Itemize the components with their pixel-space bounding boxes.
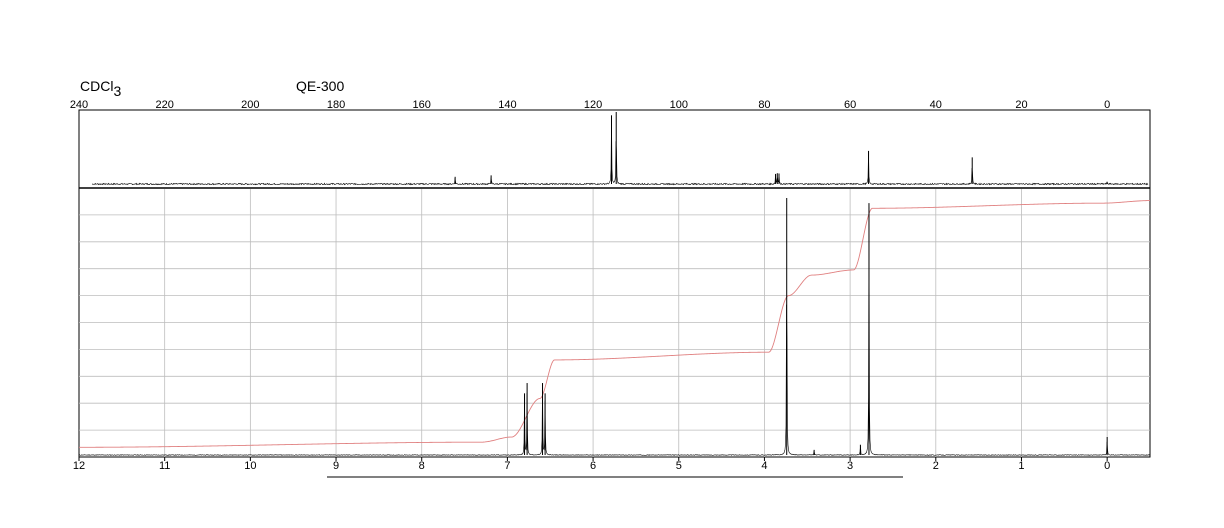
h1-axis: 12 11 10 9 8 7 6 5 4 3 2 1 0 [73,457,1110,472]
c13-tick-label: 40 [930,99,942,111]
c13-tick-label: 20 [1015,99,1027,111]
c13-tick-label: 100 [670,99,688,111]
instrument-label: QE-300 [296,78,344,94]
h1-grid [79,189,1150,457]
h1-tick-label: 0 [1104,460,1110,472]
c13-tick-label: 60 [844,99,856,111]
h1-trace-line [78,206,1151,456]
c13-tick-label: 160 [413,99,431,111]
c13-axis: 240 220 200 180 160 140 120 100 80 60 40 20 0 [70,99,1110,111]
h1-tick-label: 4 [761,460,767,472]
c13-tick-label: 240 [70,99,88,111]
solvent-subscript: 3 [113,83,121,99]
c13-spectrum [91,112,1149,186]
solvent-prefix: CDCl [80,78,113,94]
nmr-spectrum: CDCl3 QE-300 240 220 200 180 160 140 120 100 80 6… [70,78,1151,478]
h1-tick-label: 1 [1018,460,1024,472]
c13-trace-line [91,115,1149,186]
plot-frame [78,109,1151,458]
c13-tick-label: 180 [327,99,345,111]
c13-tick-label: 140 [498,99,516,111]
h1-tick-label: 5 [676,460,682,472]
h1-tick-label: 7 [504,460,510,472]
h1-spectrum [78,198,1151,456]
integral-line [79,200,1150,448]
c13-tick-label: 80 [758,99,770,111]
h1-tick-label: 8 [419,460,425,472]
c13-tick-label: 200 [241,99,259,111]
h1-tick-label: 12 [73,460,85,472]
h1-tick-label: 3 [847,460,853,472]
h1-integral-curve [79,200,1150,448]
h1-tick-label: 6 [590,460,596,472]
h1-tick-label: 11 [159,460,170,472]
c13-tick-label: 0 [1104,99,1110,111]
c13-tick-label: 220 [156,99,174,111]
h1-tick-label: 10 [244,460,256,472]
solvent-label: CDCl3 [80,78,121,99]
c13-tick-label: 120 [584,99,602,111]
h1-tick-label: 2 [933,460,939,472]
h1-tick-label: 9 [333,460,339,472]
